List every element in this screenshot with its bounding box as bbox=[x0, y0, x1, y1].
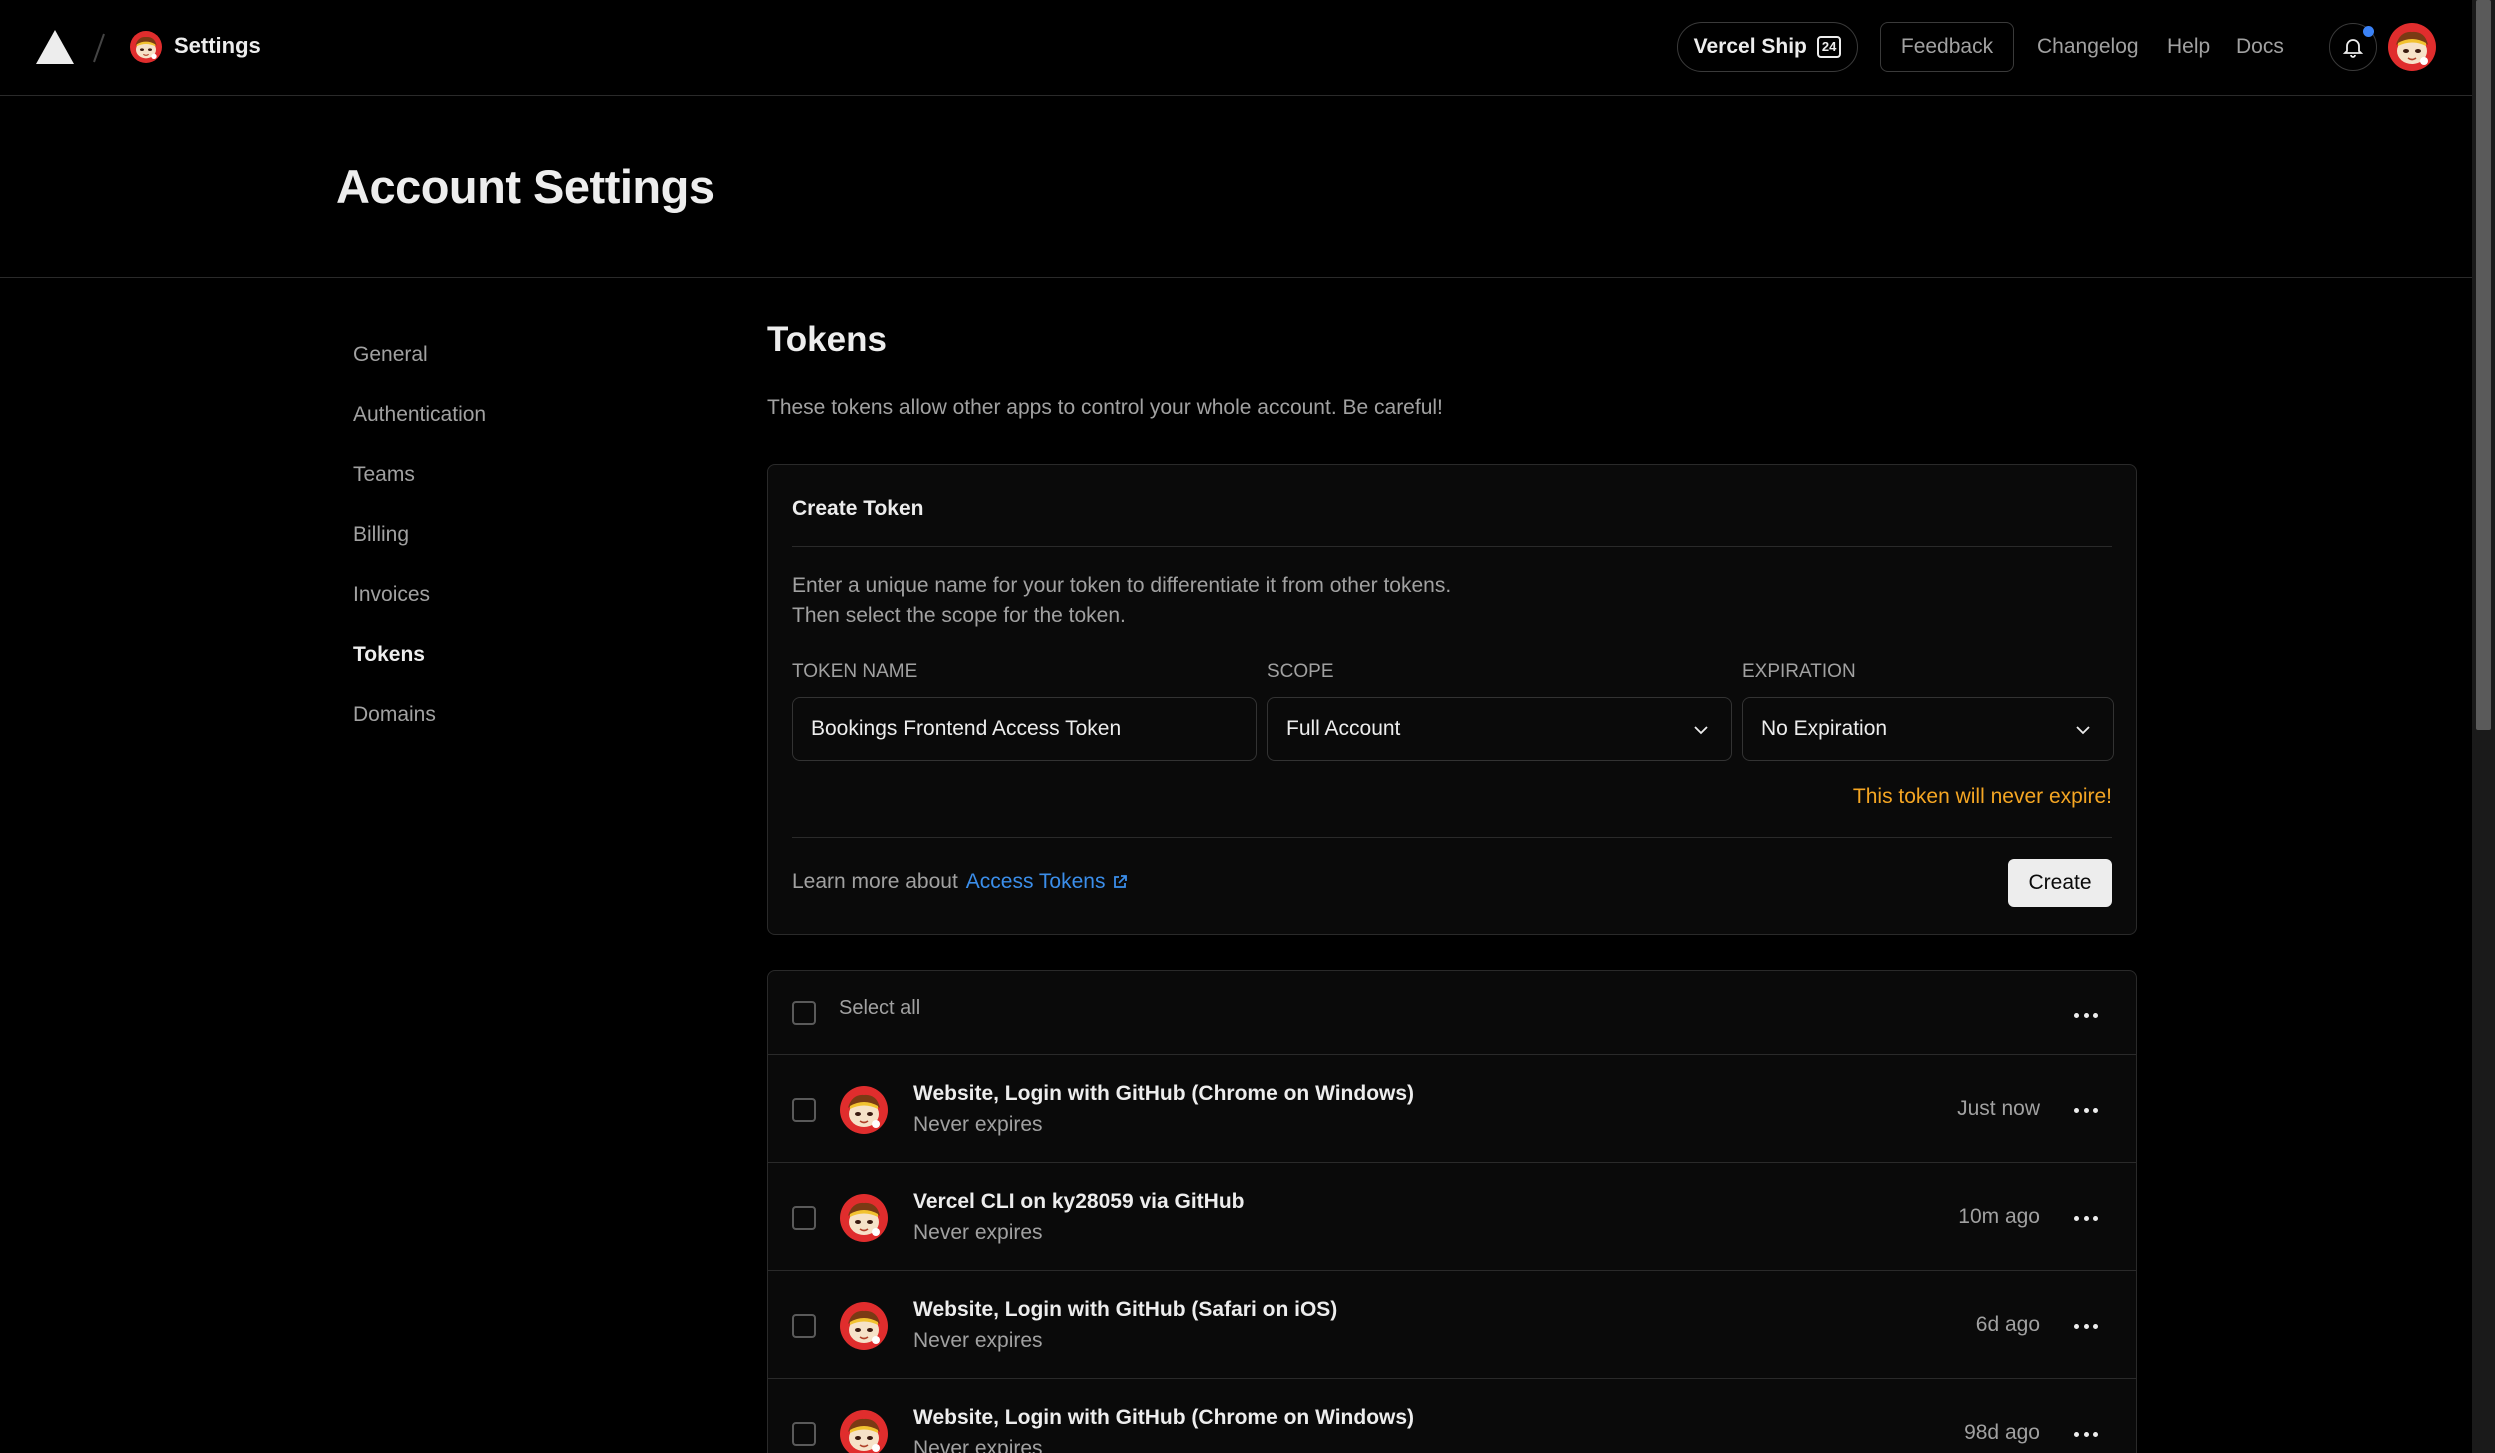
access-tokens-link[interactable]: Access Tokens bbox=[966, 870, 1130, 894]
expiration-label: EXPIRATION bbox=[1742, 661, 1856, 682]
user-avatar-icon bbox=[840, 1086, 888, 1134]
create-button[interactable]: Create bbox=[2008, 859, 2112, 907]
section-description: These tokens allow other apps to control… bbox=[767, 396, 1443, 419]
token-created-time: 98d ago bbox=[1964, 1421, 2040, 1444]
user-avatar-icon bbox=[840, 1302, 888, 1350]
create-token-card: Create Token Enter a unique name for you… bbox=[767, 464, 2137, 935]
page-scrollbar[interactable] bbox=[2472, 0, 2495, 1453]
token-name: Vercel CLI on ky28059 via GitHub bbox=[913, 1190, 1245, 1213]
chevron-down-icon bbox=[1694, 726, 1708, 735]
account-avatar-icon[interactable] bbox=[130, 31, 162, 63]
breadcrumb-separator-icon bbox=[93, 33, 105, 63]
chevron-down-icon bbox=[2076, 726, 2090, 735]
scope-select[interactable]: Full Account bbox=[1267, 697, 1732, 761]
section-title: Tokens bbox=[767, 320, 887, 359]
token-expiry: Never expires bbox=[913, 1221, 1043, 1244]
breadcrumb-settings[interactable]: Settings bbox=[174, 33, 261, 59]
docs-link[interactable]: Docs bbox=[2236, 35, 2284, 59]
table-row: Website, Login with GitHub (Chrome on Wi… bbox=[768, 1055, 2136, 1163]
user-avatar-icon bbox=[840, 1410, 888, 1453]
divider bbox=[792, 546, 2112, 547]
scope-value: Full Account bbox=[1286, 717, 1401, 740]
token-name-input[interactable]: Bookings Frontend Access Token bbox=[792, 697, 1257, 761]
select-all-checkbox[interactable] bbox=[792, 1001, 816, 1025]
sidebar-item-teams[interactable]: Teams bbox=[353, 455, 653, 515]
user-avatar-icon[interactable] bbox=[2388, 23, 2436, 71]
token-created-time: Just now bbox=[1957, 1097, 2040, 1120]
external-link-icon bbox=[1114, 875, 1128, 888]
sidebar-item-tokens[interactable]: Tokens bbox=[353, 635, 653, 695]
page-header: Account Settings bbox=[0, 97, 2472, 278]
bell-icon bbox=[2342, 39, 2364, 58]
notification-dot bbox=[2363, 26, 2374, 37]
scrollbar-thumb[interactable] bbox=[2476, 0, 2491, 730]
create-token-description: Enter a unique name for your token to di… bbox=[792, 571, 1451, 631]
row-checkbox[interactable] bbox=[792, 1098, 816, 1122]
learn-more-text: Learn more about Access Tokens bbox=[792, 870, 1129, 894]
token-list: Select all Website, Login with GitHub (C… bbox=[767, 970, 2137, 1453]
feedback-button[interactable]: Feedback bbox=[1880, 22, 2014, 72]
vercel-ship-button[interactable]: Vercel Ship 24 bbox=[1677, 22, 1858, 72]
changelog-link[interactable]: Changelog bbox=[2037, 35, 2139, 59]
sidebar-item-invoices[interactable]: Invoices bbox=[353, 575, 653, 635]
description-line-2: Then select the scope for the token. bbox=[792, 604, 1126, 627]
expiration-value: No Expiration bbox=[1761, 717, 1888, 740]
table-row: Website, Login with GitHub (Safari on iO… bbox=[768, 1271, 2136, 1379]
vercel-ship-label: Vercel Ship bbox=[1693, 35, 1807, 58]
page-title: Account Settings bbox=[336, 160, 715, 213]
row-checkbox[interactable] bbox=[792, 1422, 816, 1446]
description-line-1: Enter a unique name for your token to di… bbox=[792, 574, 1452, 597]
learn-more-prefix: Learn more about bbox=[792, 870, 958, 893]
top-navigation-bar: Settings Vercel Ship 24 Feedback Changel… bbox=[0, 0, 2472, 96]
row-checkbox[interactable] bbox=[792, 1314, 816, 1338]
more-options-icon[interactable] bbox=[2074, 1322, 2098, 1330]
help-link[interactable]: Help bbox=[2167, 35, 2210, 59]
token-created-time: 6d ago bbox=[1975, 1313, 2040, 1336]
token-name-value: Bookings Frontend Access Token bbox=[811, 717, 1122, 740]
divider bbox=[792, 837, 2112, 838]
settings-sidebar: General Authentication Teams Billing Inv… bbox=[353, 335, 653, 755]
notifications-button[interactable] bbox=[2329, 23, 2377, 71]
sidebar-item-authentication[interactable]: Authentication bbox=[353, 395, 653, 455]
token-name: Website, Login with GitHub (Chrome on Wi… bbox=[913, 1082, 1415, 1105]
user-avatar-icon bbox=[840, 1194, 888, 1242]
sidebar-item-billing[interactable]: Billing bbox=[353, 515, 653, 575]
select-all-label: Select all bbox=[839, 997, 921, 1019]
sidebar-item-general[interactable]: General bbox=[353, 335, 653, 395]
table-row: Website, Login with GitHub (Chrome on Wi… bbox=[768, 1379, 2136, 1453]
expiration-select[interactable]: No Expiration bbox=[1742, 697, 2114, 761]
more-options-icon[interactable] bbox=[2074, 1011, 2098, 1019]
more-options-icon[interactable] bbox=[2074, 1430, 2098, 1438]
sidebar-item-domains[interactable]: Domains bbox=[353, 695, 653, 755]
scope-label: SCOPE bbox=[1267, 661, 1334, 682]
table-row: Vercel CLI on ky28059 via GitHub Never e… bbox=[768, 1163, 2136, 1271]
vercel-logo-icon[interactable] bbox=[36, 30, 74, 64]
token-expiry: Never expires bbox=[913, 1437, 1043, 1453]
token-name: Website, Login with GitHub (Chrome on Wi… bbox=[913, 1406, 1415, 1429]
more-options-icon[interactable] bbox=[2074, 1214, 2098, 1222]
token-name: Website, Login with GitHub (Safari on iO… bbox=[913, 1298, 1338, 1321]
vercel-ship-badge: 24 bbox=[1816, 36, 1842, 58]
token-name-label: TOKEN NAME bbox=[792, 661, 918, 682]
tokens-section: Tokens These tokens allow other apps to … bbox=[767, 320, 2137, 1453]
token-expiry: Never expires bbox=[913, 1329, 1043, 1352]
expiration-warning: This token will never expire! bbox=[1852, 785, 2112, 808]
row-checkbox[interactable] bbox=[792, 1206, 816, 1230]
token-list-header: Select all bbox=[768, 971, 2136, 1055]
token-expiry: Never expires bbox=[913, 1113, 1043, 1136]
access-tokens-link-label: Access Tokens bbox=[965, 870, 1106, 893]
token-created-time: 10m ago bbox=[1958, 1205, 2040, 1228]
create-token-heading: Create Token bbox=[792, 497, 924, 520]
more-options-icon[interactable] bbox=[2074, 1106, 2098, 1114]
